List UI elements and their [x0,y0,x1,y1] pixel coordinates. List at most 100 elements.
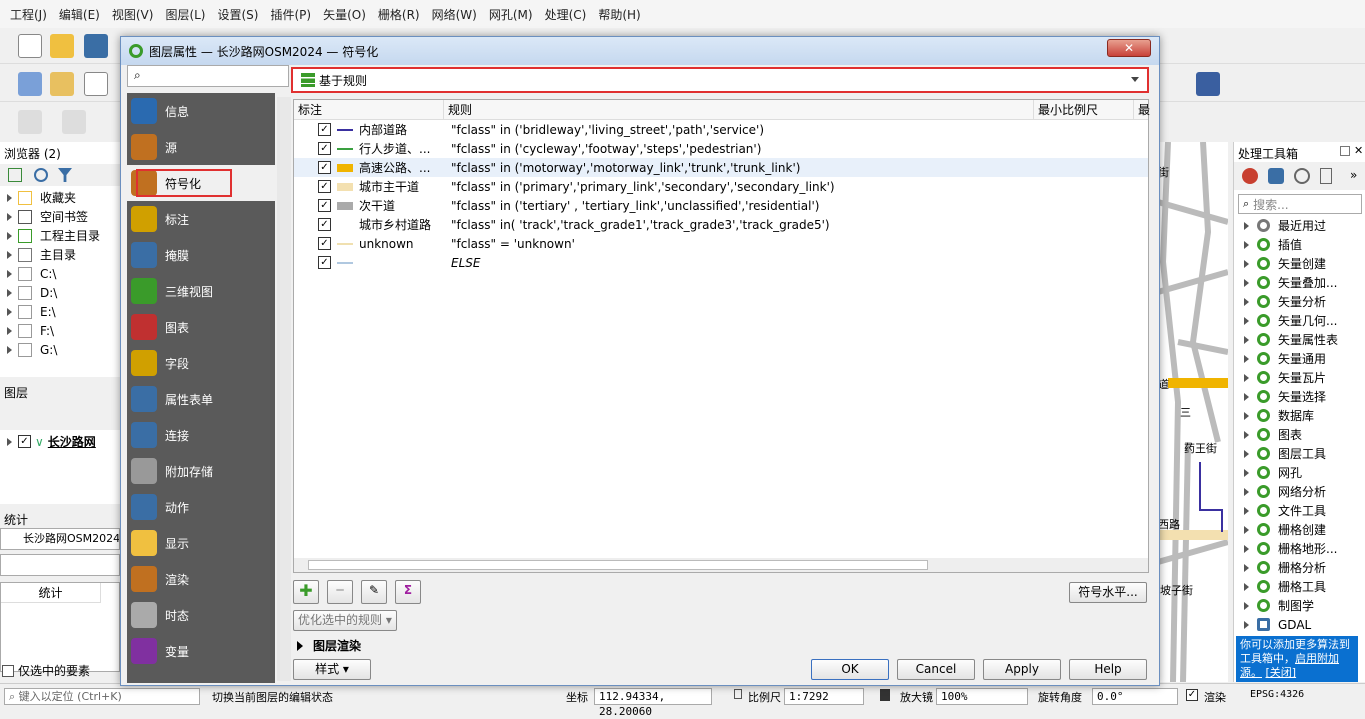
expand-icon[interactable] [1244,525,1249,534]
lock-icon[interactable] [734,689,742,699]
expand-icon[interactable] [7,212,12,221]
browser-item[interactable]: C:\ [0,264,56,283]
expand-icon[interactable] [1244,449,1249,458]
menu-item[interactable]: 处理(C) [539,6,593,23]
rule-row[interactable]: ✓ ELSE [294,253,1148,272]
rule-checkbox[interactable]: ✓ [318,237,331,250]
browser-item[interactable]: 空间书签 [0,207,88,226]
rule-checkbox[interactable]: ✓ [318,199,331,212]
layer-rendering-toggle[interactable]: 图层渲染 [297,637,361,654]
toolbox-item[interactable]: 网孔 [1234,463,1302,482]
menu-item[interactable]: 工程(J) [4,6,53,23]
stats-field-select[interactable] [0,554,120,576]
help-icon[interactable] [1196,72,1220,96]
menu-item[interactable]: 网孔(M) [483,6,539,23]
toolbox-search[interactable]: ⌕ 搜索... [1238,194,1362,214]
toolbox-item[interactable]: 栅格工具 [1234,577,1326,596]
expand-icon[interactable] [1244,601,1249,610]
history-icon[interactable] [1294,168,1310,184]
expand-icon[interactable] [1244,278,1249,287]
col-rule[interactable]: 规则 [444,100,1034,120]
expand-icon[interactable] [1244,240,1249,249]
expand-icon[interactable] [1244,620,1249,629]
lock-scale-icon[interactable] [880,689,890,701]
toolbox-item[interactable]: 数据库 [1234,406,1314,425]
count-features-button[interactable]: Σ [395,580,421,604]
rule-row[interactable]: ✓ 城市乡村道路 "fclass" in( 'track','track_grade… [294,215,1148,234]
toolbox-item[interactable]: 网络分析 [1234,482,1326,501]
sidebar-item[interactable]: 显示 [127,525,275,561]
sidebar-item[interactable]: 三维视图 [127,273,275,309]
zoom-icon[interactable] [62,110,86,134]
expand-icon[interactable] [1244,430,1249,439]
add-rule-button[interactable]: ✚ [293,580,319,604]
ok-button[interactable]: OK [811,659,889,680]
float-icon[interactable] [1340,146,1350,156]
expand-icon[interactable] [1244,354,1249,363]
rule-row[interactable]: ✓ unknown "fclass" = 'unknown' [294,234,1148,253]
expand-icon[interactable] [1244,392,1249,401]
expand-icon[interactable] [7,326,12,335]
toolbox-item[interactable]: 图表 [1234,425,1302,444]
expand-icon[interactable] [1244,563,1249,572]
rule-row[interactable]: ✓ 次干道 "fclass" in ('tertiary' , 'tertiary_… [294,196,1148,215]
expand-icon[interactable] [7,193,12,202]
menu-item[interactable]: 插件(P) [264,6,317,23]
browser-item[interactable]: 主目录 [0,245,76,264]
scroll-thumb[interactable] [308,560,928,570]
rotation-field[interactable]: 0.0° [1092,688,1178,705]
sidebar-search-input[interactable]: ⌕ [127,65,289,87]
browser-item[interactable]: E:\ [0,302,56,321]
rule-checkbox[interactable]: ✓ [318,256,331,269]
expand-icon[interactable] [1244,316,1249,325]
selected-only-checkbox[interactable] [2,664,14,677]
expand-icon[interactable] [1244,544,1249,553]
add-selected-icon[interactable] [8,168,22,182]
search-input[interactable]: 搜索... [1253,196,1288,213]
edit-rule-button[interactable]: ✎ [361,580,387,604]
stats-layer-select[interactable]: 长沙路网OSM2024 [0,528,120,550]
toolbox-item[interactable]: 矢量创建 [1234,254,1326,273]
browser-item[interactable]: 工程主目录 [0,226,100,245]
expand-icon[interactable] [7,307,12,316]
menu-item[interactable]: 设置(S) [212,6,265,23]
sidebar-item[interactable]: 渲染 [127,561,275,597]
sidebar-item[interactable]: 附加存储 [127,453,275,489]
new-project-icon[interactable] [18,34,42,58]
menu-item[interactable]: 编辑(E) [53,6,106,23]
open-project-icon[interactable] [50,34,74,58]
filter-icon[interactable] [58,168,72,182]
refresh-icon[interactable] [34,168,48,182]
expand-icon[interactable] [1244,411,1249,420]
dialog-close-button[interactable]: ✕ [1107,39,1151,57]
expand-icon[interactable] [7,288,12,297]
toolbox-item[interactable]: 制图学 [1234,596,1314,615]
toolbox-item[interactable]: 矢量选择 [1234,387,1326,406]
toolbox-item[interactable]: 栅格地形... [1234,539,1337,558]
python-icon[interactable] [1268,168,1284,184]
sidebar-item[interactable]: 字段 [127,345,275,381]
toolbox-item[interactable]: 矢量几何... [1234,311,1337,330]
models-icon[interactable] [1242,168,1258,184]
more-icon[interactable]: » [1350,168,1357,182]
expand-icon[interactable] [7,437,12,446]
coord-field[interactable]: 112.94334, 28.20060 [594,688,712,718]
sidebar-item[interactable]: 动作 [127,489,275,525]
map-canvas[interactable]: 街 道 三 药王街 西路 坡子街 [1158,142,1228,682]
selected-only-row[interactable]: 仅选中的要素 [2,662,90,679]
expand-icon[interactable] [7,345,12,354]
symbol-levels-button[interactable]: 符号水平... [1069,582,1147,603]
expand-icon[interactable] [1244,506,1249,515]
apply-button[interactable]: Apply [983,659,1061,680]
expand-icon[interactable] [1244,335,1249,344]
toolbox-item[interactable]: 矢量叠加... [1234,273,1337,292]
expand-icon[interactable] [1244,468,1249,477]
remove-rule-button[interactable]: ━ [327,580,353,604]
layer-visibility-checkbox[interactable]: ✓ [18,435,31,448]
rule-row[interactable]: ✓ 内部道路 "fclass" in ('bridleway','living_st… [294,120,1148,139]
menu-item[interactable]: 图层(L) [159,6,211,23]
add-layer-icon[interactable] [18,72,42,96]
menu-item[interactable]: 视图(V) [106,6,160,23]
col-label[interactable]: 标注 [294,100,444,120]
expand-icon[interactable] [1244,297,1249,306]
